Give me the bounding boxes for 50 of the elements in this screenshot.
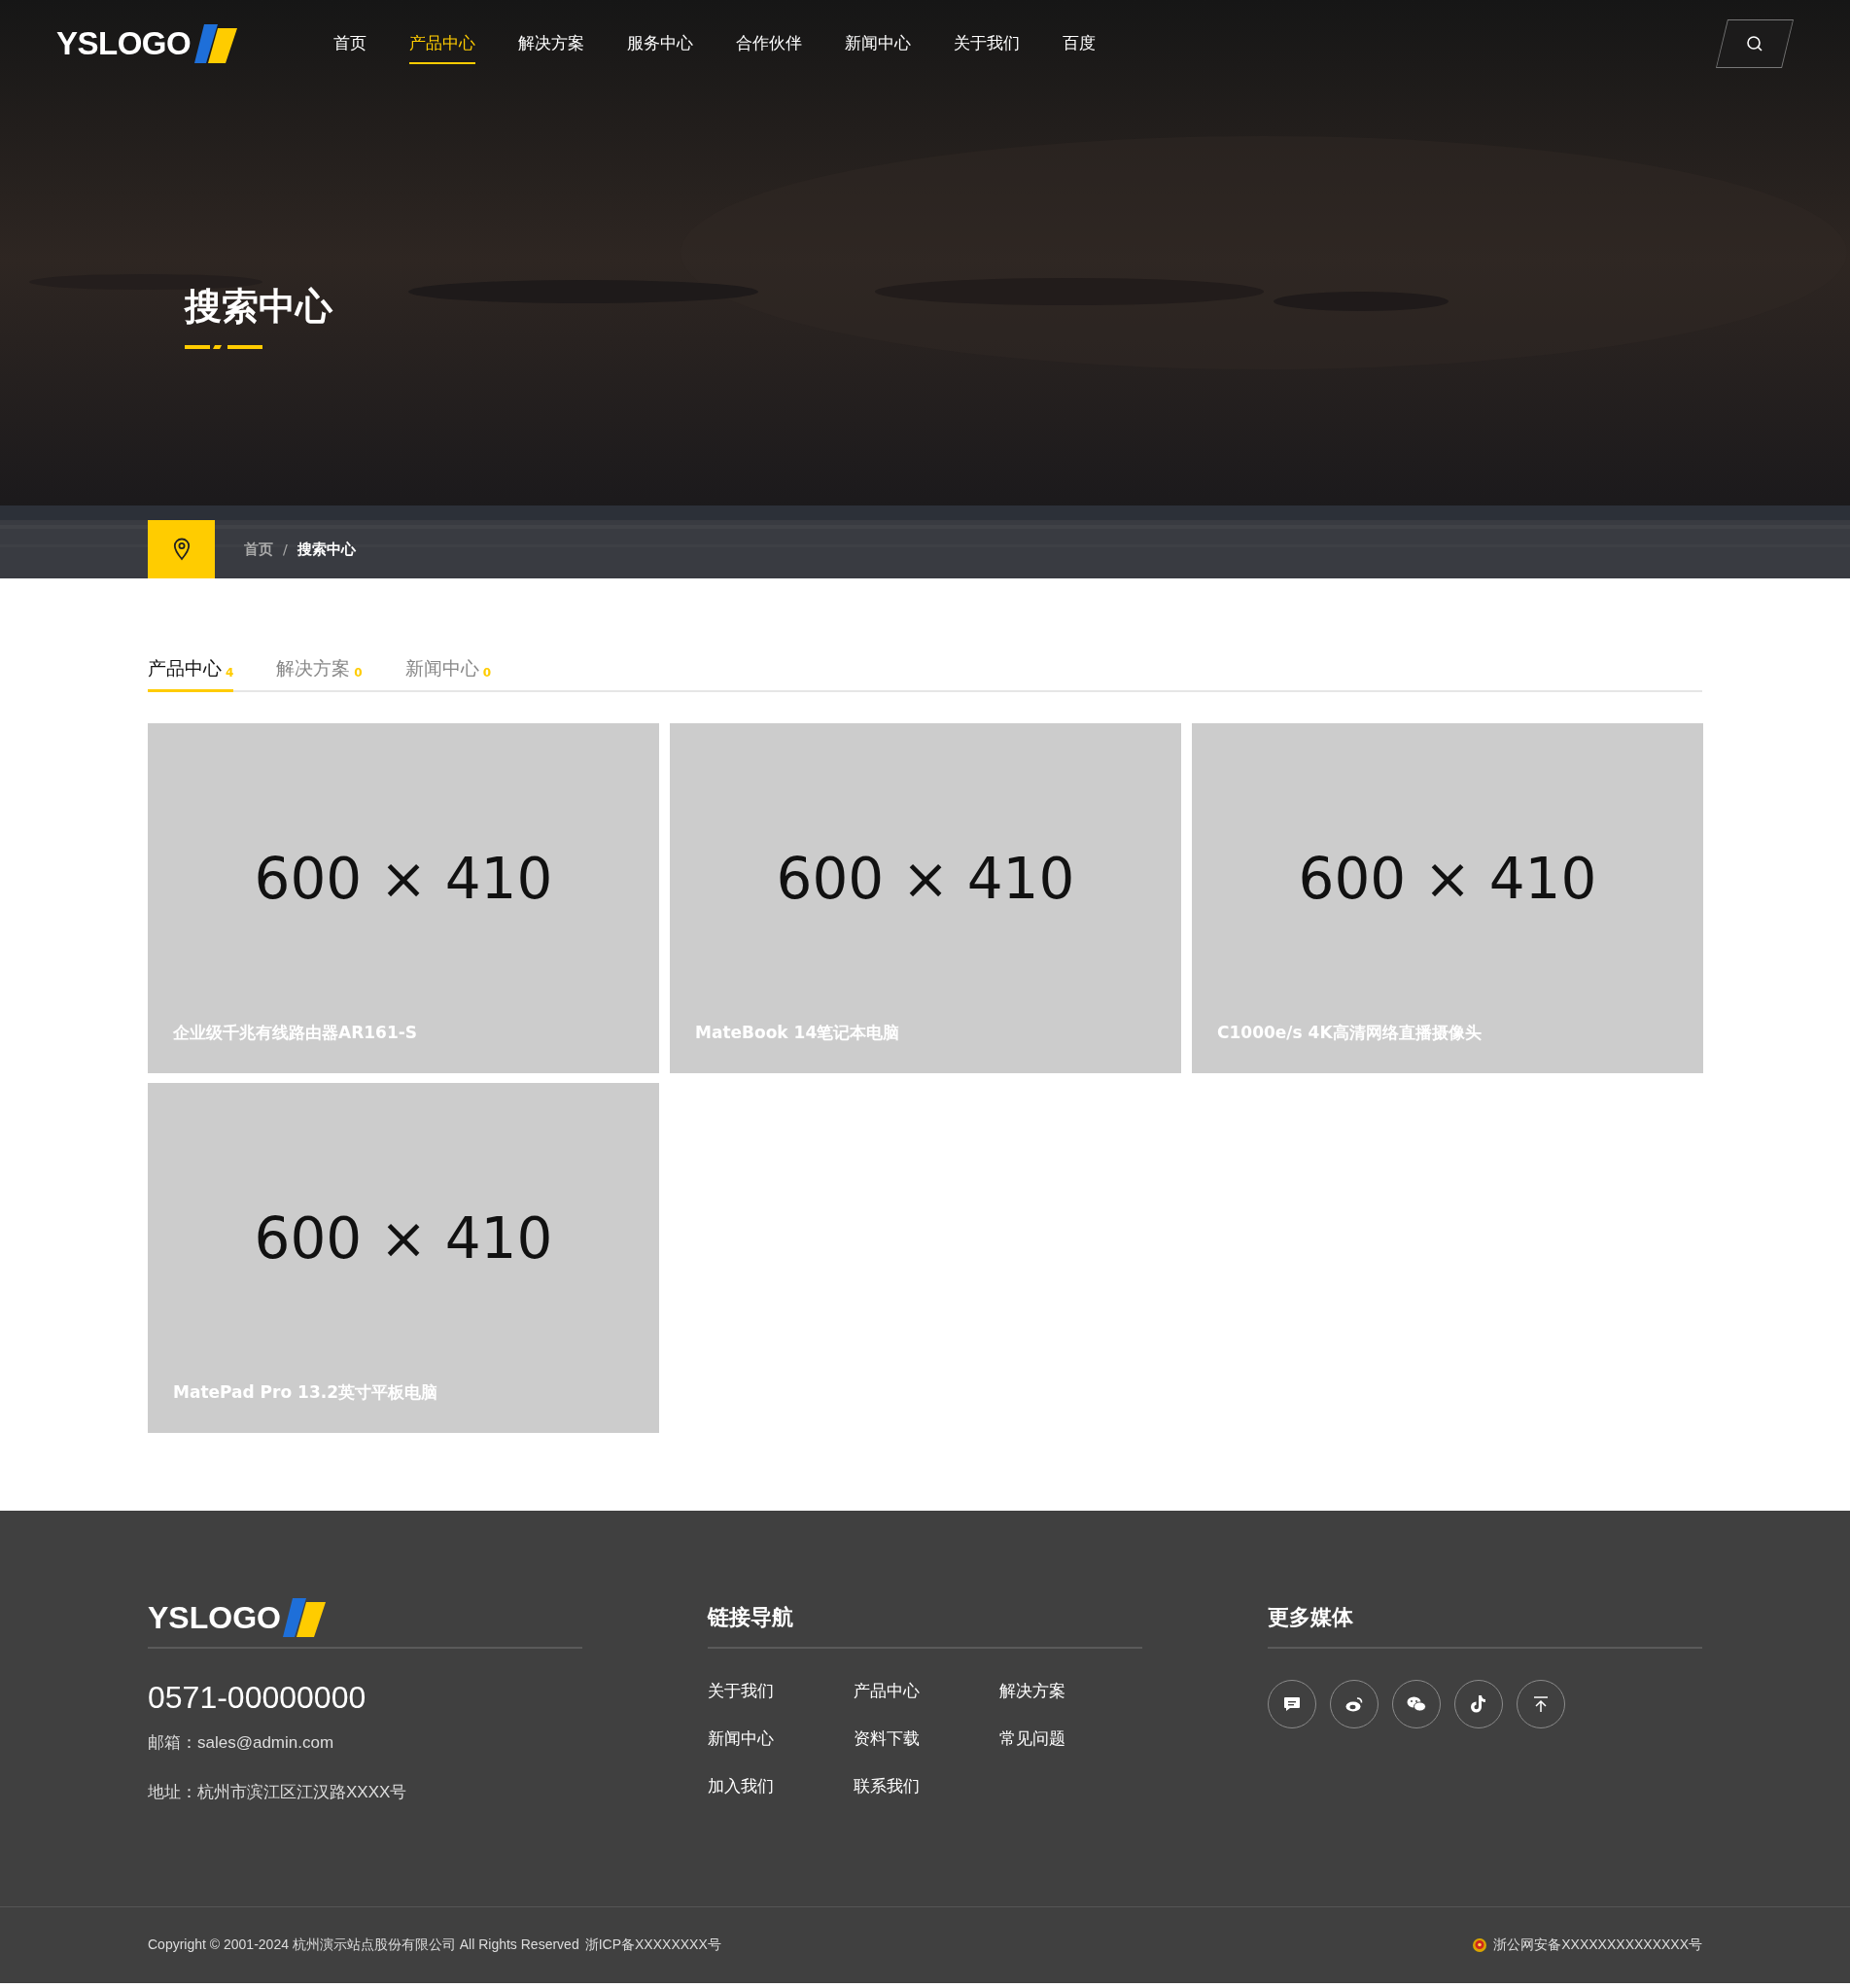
nav-link[interactable]: 合作伙伴 [736,23,802,64]
back-to-top-button[interactable] [1517,1680,1565,1728]
search-icon [1746,35,1763,52]
nav-link[interactable]: 产品中心 [409,23,475,64]
column-heading: 链接导航 [708,1604,793,1631]
footer-link[interactable]: 关于我们 [708,1680,854,1702]
copyright-text: Copyright © 2001-2024 杭州演示站点股份有限公司 All Rights Reserved [148,1936,579,1954]
footer-link[interactable]: 资料下载 [854,1727,999,1750]
tiktok-button[interactable] [1454,1680,1503,1728]
email-text: 邮箱：sales@admin.com [148,1732,335,1754]
weibo-button[interactable] [1330,1680,1379,1728]
breadcrumb-link[interactable]: 搜索中心 [297,540,356,559]
icp-link[interactable]: 浙ICP备XXXXXXXX号 [584,1936,721,1954]
chat-bubble-icon [1282,1694,1302,1714]
logo-icon [194,24,238,63]
phone-number: 0571-00000000 [148,1680,367,1716]
footer-logo-text: YSLOGO [148,1599,281,1636]
footer-link[interactable]: 解决方案 [999,1680,1145,1702]
title-underline-icon [185,345,262,350]
weibo-icon [1344,1694,1364,1714]
nav-link[interactable]: 解决方案 [518,23,584,64]
image-size-label: 600 × 410 [254,846,553,912]
police-record-link[interactable]: 浙公网安备XXXXXXXXXXXXXX号 [1493,1936,1702,1954]
logo-icon [282,1598,326,1637]
police-badge-icon [1472,1937,1488,1953]
nav-link[interactable]: 首页 [333,23,367,64]
image-size-label: 600 × 410 [254,1205,553,1272]
arrow-up-icon [1531,1694,1551,1714]
footer-link[interactable]: 新闻中心 [708,1727,854,1750]
image-size-label: 600 × 410 [776,846,1075,912]
nav-link[interactable]: 服务中心 [627,23,693,64]
footer-link[interactable]: 加入我们 [708,1775,854,1797]
footer-link[interactable]: 常见问题 [999,1727,1145,1750]
page-title: 搜索中心 [185,284,334,330]
wechat-button[interactable] [1392,1680,1441,1728]
nav-link[interactable]: 新闻中心 [845,23,911,64]
logo-text[interactable]: YSLOGO [56,25,192,62]
breadcrumb-link[interactable]: 首页 [244,540,273,559]
wechat-icon [1406,1694,1427,1714]
address-text: 地址：杭州市滨江区江汉路XXXX号 [148,1782,408,1803]
music-note-icon [1470,1694,1487,1714]
column-heading: 更多媒体 [1268,1604,1353,1631]
footer-link[interactable]: 产品中心 [854,1680,999,1702]
nav-link[interactable]: 百度 [1063,23,1096,64]
nav-link[interactable]: 关于我们 [954,23,1020,64]
message-button[interactable] [1268,1680,1316,1728]
image-size-label: 600 × 410 [1298,846,1597,912]
location-pin-icon [172,538,191,561]
breadcrumb-separator: / [283,541,288,557]
footer-link[interactable]: 联系我们 [854,1775,999,1797]
